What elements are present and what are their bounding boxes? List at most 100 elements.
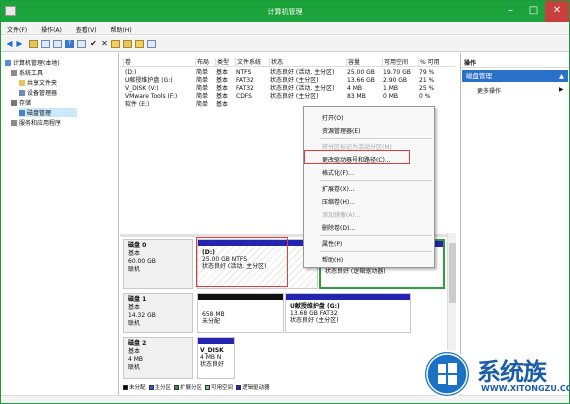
watermark-logo-icon — [423, 350, 471, 398]
legend-swatch — [148, 385, 154, 390]
partition-unallocated[interactable]: 658 MB 未分配 — [197, 293, 284, 333]
column-header[interactable]: 可用空间 — [382, 58, 418, 67]
actions-section-disk-management[interactable]: 磁盘管理 ▲ — [462, 70, 568, 82]
maximize-button[interactable]: □ — [522, 1, 545, 22]
site-watermark: 系统族 WWW.XITONGZU.COM — [419, 346, 570, 404]
windows-logo-icon — [426, 353, 468, 395]
context-menu-item: 添加镜像(A)... — [322, 212, 361, 219]
column-header[interactable]: 卷 — [123, 58, 195, 67]
properties-icon[interactable] — [53, 40, 62, 48]
menu-file[interactable]: 文件(F) — [1, 22, 33, 34]
tree-item-disk-management[interactable]: 磁盘管理 — [19, 108, 77, 117]
context-menu-item[interactable]: 格式化(F)... — [322, 168, 354, 177]
storage-icon — [11, 100, 17, 106]
column-header[interactable]: 状态 — [269, 58, 346, 67]
disk-info[interactable]: 磁盘 2 基本 4 MB 联机 — [123, 337, 193, 379]
tree-item-system-tools[interactable]: 系统工具 — [11, 68, 43, 77]
volume-cell: U献授维护盘 (G:) — [125, 77, 173, 84]
disk-size: 4 MB — [128, 356, 144, 363]
help-icon[interactable]: ? — [65, 40, 74, 48]
column-header[interactable]: 类型 — [215, 58, 235, 67]
volume-cell: 0 % — [419, 93, 431, 100]
disk-name: 磁盘 2 — [128, 340, 147, 347]
volume-row[interactable]: (D:) 简单 基本 NTFS 状态良好 (活动, 主分区) 25.00 GB 19.70 … — [120, 69, 455, 77]
open-icon[interactable] — [111, 40, 120, 48]
volume-cell: 19.70 GB — [383, 69, 411, 76]
volume-cell: 基本 — [216, 77, 229, 84]
settings-icon[interactable] — [147, 40, 156, 48]
console-tree-icon[interactable] — [41, 40, 50, 48]
volume-cell: 简单 — [196, 93, 209, 100]
view-icon[interactable] — [77, 40, 86, 48]
volume-cell: 基本 — [216, 93, 229, 100]
forward-icon[interactable]: ▶ — [15, 40, 24, 48]
volume-row[interactable]: VMware Tools (F:) 简单 基本 CDFS 状态良好 (主分区) 83 MB… — [120, 93, 455, 101]
menu-help[interactable]: 帮助(H) — [105, 22, 138, 34]
context-menu-item[interactable]: 属性(P) — [322, 239, 342, 248]
tree-item-label: 存储 — [19, 100, 32, 107]
legend-label: 扩展分区 — [180, 385, 203, 391]
menu-view[interactable]: 查看(V) — [70, 22, 103, 34]
check-icon[interactable]: ✔ — [89, 40, 98, 48]
tree-root[interactable]: 计算机管理(本地) — [5, 58, 60, 67]
volume-cell: V_DISK (V:) — [125, 85, 159, 92]
menu-action[interactable]: 操作(A) — [35, 22, 68, 34]
volume-cell: NTFS — [236, 69, 252, 76]
partition-status: 状态良好 (逻辑驱动器) — [325, 268, 386, 275]
watermark-url: WWW.XITONGZU.COM — [481, 384, 570, 393]
column-header[interactable]: 文件系统 — [235, 58, 269, 67]
volume-cell: 1 MB — [383, 85, 399, 92]
partition-v[interactable]: V_DISK 4 MB N 状态良好 — [197, 337, 235, 379]
volume-row[interactable]: V_DISK (V:) 简单 基本 FAT32 状态良好 (活动, 主分区) 4 MB 1 … — [120, 85, 455, 93]
context-menu-item[interactable]: 压缩卷(H)... — [322, 197, 355, 206]
disk-row: 磁盘 2 基本 4 MB 联机 V_DISK 4 MB N 状态良好 — [120, 337, 448, 381]
menu-bar: 文件(F) 操作(A) 查看(V) 帮助(H) — [1, 22, 569, 35]
device-manager-icon — [19, 90, 25, 96]
tree-item-services[interactable]: 服务和应用程序 — [11, 118, 61, 127]
scrollbar-thumb[interactable] — [449, 243, 456, 303]
context-menu-item[interactable]: 扩展卷(X)... — [322, 184, 355, 193]
search-icon[interactable] — [123, 40, 132, 48]
volume-row[interactable]: U献授维护盘 (G:) 简单 基本 FAT32 状态良好 (主分区) 13.66 GB 2.… — [120, 77, 455, 85]
tree-item-storage[interactable]: 存储 — [11, 98, 31, 107]
console-tree: 计算机管理(本地) 系统工具 共享文件夹 设备管理器 存储 磁盘管理 服务和应用… — [1, 53, 119, 395]
tree-item-shared-folders[interactable]: 共享文件夹 — [19, 78, 57, 87]
delete-icon[interactable]: ✕ — [100, 40, 109, 48]
close-button[interactable]: ✕ — [545, 1, 569, 22]
partition-detail: 4 MB N — [200, 354, 222, 361]
partition-detail: 658 MB — [202, 311, 225, 318]
partition-status: 未分配 — [202, 318, 221, 325]
context-menu-item[interactable]: 打开(O) — [322, 113, 343, 122]
more-actions-label: 更多操作 — [477, 88, 502, 95]
back-icon[interactable]: ◀ — [5, 40, 14, 48]
menu-separator — [320, 138, 432, 139]
disk-status: 联机 — [128, 266, 141, 273]
computer-management-window: 计算机管理 – □ ✕ 文件(F) 操作(A) 查看(V) 帮助(H) ◀ ▶ … — [0, 0, 570, 403]
disk-info[interactable]: 磁盘 1 基本 14.32 GB 联机 — [123, 293, 193, 333]
disk-info[interactable]: 磁盘 0 基本 60.00 GB 联机 — [123, 239, 193, 289]
chevron-right-icon: ▶ — [559, 86, 564, 93]
column-header[interactable]: % 可用 — [418, 58, 452, 67]
volume-cell: 简单 — [196, 77, 209, 84]
column-header[interactable]: 布局 — [195, 58, 215, 67]
partition-g[interactable]: U献授维护盘 (G:) 13.68 GB FAT32 状态良好 (主分区) — [285, 293, 411, 333]
volume-cell: 软件 (E:) — [125, 101, 150, 108]
context-menu-item[interactable]: 帮助(H) — [322, 255, 343, 264]
context-menu-item[interactable]: 资源管理器(E) — [322, 126, 360, 135]
minimize-button[interactable]: – — [499, 1, 522, 22]
legend-swatch — [236, 385, 242, 390]
tree-item-label: 服务和应用程序 — [19, 120, 62, 127]
context-menu-item[interactable]: 删除卷(D)... — [322, 223, 355, 232]
volume-cell: 25.00 GB — [347, 69, 375, 76]
tree-item-device-manager[interactable]: 设备管理器 — [19, 88, 57, 97]
export-icon[interactable] — [135, 40, 144, 48]
actions-pane: 操作 磁盘管理 ▲ 更多操作 ▶ — [460, 53, 569, 395]
disk-status: 联机 — [128, 320, 141, 327]
more-actions[interactable]: 更多操作 — [477, 86, 501, 95]
column-header[interactable]: 容量 — [346, 58, 382, 67]
volume-cell: 4 MB — [347, 85, 363, 92]
volume-cell: 基本 — [216, 85, 229, 92]
disk-type: 基本 — [128, 304, 141, 311]
folder-icon[interactable] — [29, 40, 38, 48]
legend-label: 逻辑驱动器 — [242, 385, 270, 391]
